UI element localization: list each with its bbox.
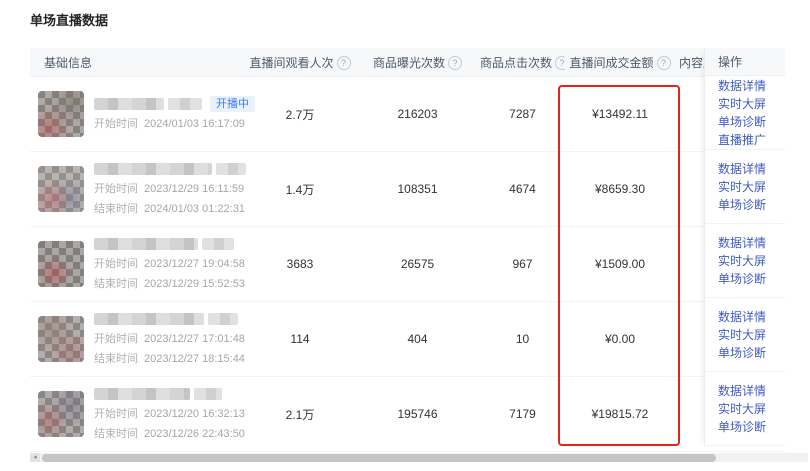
op-link[interactable]: 单场诊断 bbox=[718, 270, 785, 288]
op-link[interactable]: 实时大屏 bbox=[718, 252, 785, 270]
header-clicks: 商品点击次数? bbox=[480, 54, 565, 71]
exposure-cell: 404 bbox=[355, 332, 480, 346]
start-time: 开始时间2023/12/27 17:01:48 bbox=[94, 330, 245, 346]
exposure-cell: 216203 bbox=[355, 107, 480, 121]
header-gmv: 直播间成交金额? bbox=[565, 54, 675, 71]
info-icon[interactable]: ? bbox=[657, 56, 671, 70]
gmv-cell: ¥0.00 bbox=[565, 332, 675, 346]
op-link[interactable]: 数据详情 bbox=[718, 77, 785, 95]
op-link[interactable]: 数据详情 bbox=[718, 382, 785, 400]
stream-thumbnail bbox=[38, 166, 84, 212]
op-body: 数据详情实时大屏单场诊断直播推广数据详情实时大屏单场诊断数据详情实时大屏单场诊断… bbox=[705, 76, 785, 446]
scroll-left-icon[interactable]: ◂ bbox=[30, 453, 40, 462]
start-time: 开始时间2023/12/27 19:04:58 bbox=[94, 255, 245, 271]
table-row: 开始时间2023/12/27 19:04:58 结束时间2023/12/29 15… bbox=[30, 227, 785, 302]
op-link[interactable]: 单场诊断 bbox=[718, 196, 785, 214]
stream-title-blurred bbox=[94, 237, 245, 251]
stream-thumbnail bbox=[38, 91, 84, 137]
actions-cell: 数据详情实时大屏单场诊断 bbox=[705, 372, 785, 446]
gmv-cell: ¥19815.72 bbox=[565, 407, 675, 421]
stream-title-blurred bbox=[94, 312, 245, 326]
table-row: 开始时间2023/12/27 17:01:48 结束时间2023/12/27 18… bbox=[30, 302, 785, 377]
live-sessions-table: 基础信息 直播间观看人次? 商品曝光次数? 商品点击次数? 直播间成交金额? 内… bbox=[30, 48, 785, 452]
base-info-cell: 开始时间2023/12/27 17:01:48 结束时间2023/12/27 18… bbox=[30, 312, 245, 366]
actions-cell: 数据详情实时大屏单场诊断 bbox=[705, 298, 785, 372]
actions-cell: 数据详情实时大屏单场诊断 bbox=[705, 150, 785, 224]
table-row: 开播中开始时间2024/01/03 16:17:092.7万2162037287… bbox=[30, 77, 785, 152]
stream-thumbnail bbox=[38, 391, 84, 437]
stream-title-blurred bbox=[94, 162, 246, 176]
clicks-cell: 4674 bbox=[480, 182, 565, 196]
end-time: 结束时间2023/12/29 15:52:53 bbox=[94, 275, 245, 291]
clicks-cell: 967 bbox=[480, 257, 565, 271]
views-cell: 2.7万 bbox=[245, 106, 355, 123]
op-link[interactable]: 单场诊断 bbox=[718, 418, 785, 436]
table-row: 开始时间2023/12/20 16:32:13 结束时间2023/12/26 22… bbox=[30, 377, 785, 452]
end-time: 结束时间2023/12/27 18:15:44 bbox=[94, 350, 245, 366]
op-link[interactable]: 实时大屏 bbox=[718, 400, 785, 418]
op-link[interactable]: 直播推广 bbox=[718, 131, 785, 149]
stream-title-blurred: 开播中 bbox=[94, 97, 255, 111]
page-title: 单场直播数据 bbox=[30, 10, 108, 29]
header-actions: 操作 bbox=[705, 48, 785, 76]
header-exposure: 商品曝光次数? bbox=[355, 54, 480, 71]
base-info-cell: 开始时间2023/12/27 19:04:58 结束时间2023/12/29 15… bbox=[30, 237, 245, 291]
info-icon[interactable]: ? bbox=[555, 56, 565, 70]
actions-cell: 数据详情实时大屏单场诊断 bbox=[705, 224, 785, 298]
header-views: 直播间观看人次? bbox=[245, 54, 355, 71]
op-link[interactable]: 数据详情 bbox=[718, 160, 785, 178]
base-info-cell: 开播中开始时间2024/01/03 16:17:09 bbox=[30, 91, 245, 137]
start-time: 开始时间2023/12/29 16:11:59 bbox=[94, 180, 246, 196]
op-link[interactable]: 数据详情 bbox=[718, 308, 785, 326]
gmv-cell: ¥8659.30 bbox=[565, 182, 675, 196]
base-info-cell: 开始时间2023/12/20 16:32:13 结束时间2023/12/26 22… bbox=[30, 387, 245, 441]
stream-title-blurred bbox=[94, 387, 245, 401]
op-link[interactable]: 数据详情 bbox=[718, 234, 785, 252]
exposure-cell: 26575 bbox=[355, 257, 480, 271]
table-header-row: 基础信息 直播间观看人次? 商品曝光次数? 商品点击次数? 直播间成交金额? 内… bbox=[30, 48, 785, 77]
start-time: 开始时间2024/01/03 16:17:09 bbox=[94, 115, 255, 131]
clicks-cell: 7179 bbox=[480, 407, 565, 421]
table-row: 开始时间2023/12/29 16:11:59 结束时间2024/01/03 01… bbox=[30, 152, 785, 227]
views-cell: 3683 bbox=[245, 257, 355, 271]
exposure-cell: 195746 bbox=[355, 407, 480, 421]
op-link[interactable]: 实时大屏 bbox=[718, 326, 785, 344]
page: 单场直播数据 基础信息 直播间观看人次? 商品曝光次数? 商品点击次数? 直播间… bbox=[0, 0, 810, 471]
clicks-cell: 7287 bbox=[480, 107, 565, 121]
end-time: 结束时间2024/01/03 01:22:31 bbox=[94, 200, 246, 216]
info-icon[interactable]: ? bbox=[448, 56, 462, 70]
op-link[interactable]: 实时大屏 bbox=[718, 95, 785, 113]
gmv-cell: ¥13492.11 bbox=[565, 107, 675, 121]
views-cell: 2.1万 bbox=[245, 406, 355, 423]
views-cell: 114 bbox=[245, 332, 355, 346]
exposure-cell: 108351 bbox=[355, 182, 480, 196]
info-icon[interactable]: ? bbox=[337, 56, 351, 70]
actions-column: 操作 数据详情实时大屏单场诊断直播推广数据详情实时大屏单场诊断数据详情实时大屏单… bbox=[704, 48, 785, 446]
clicks-cell: 10 bbox=[480, 332, 565, 346]
stream-thumbnail bbox=[38, 241, 84, 287]
stream-thumbnail bbox=[38, 316, 84, 362]
op-link[interactable]: 实时大屏 bbox=[718, 178, 785, 196]
views-cell: 1.4万 bbox=[245, 181, 355, 198]
actions-cell: 数据详情实时大屏单场诊断直播推广 bbox=[705, 76, 785, 150]
scrollbar-thumb[interactable] bbox=[42, 454, 716, 462]
gmv-cell: ¥1509.00 bbox=[565, 257, 675, 271]
base-info-cell: 开始时间2023/12/29 16:11:59 结束时间2024/01/03 01… bbox=[30, 162, 245, 216]
header-base-info: 基础信息 bbox=[30, 54, 245, 71]
end-time: 结束时间2023/12/26 22:43:50 bbox=[94, 425, 245, 441]
start-time: 开始时间2023/12/20 16:32:13 bbox=[94, 405, 245, 421]
horizontal-scrollbar[interactable]: ◂ bbox=[30, 453, 808, 462]
op-link[interactable]: 单场诊断 bbox=[718, 113, 785, 131]
op-link[interactable]: 单场诊断 bbox=[718, 344, 785, 362]
table-body: 开播中开始时间2024/01/03 16:17:092.7万2162037287… bbox=[30, 77, 785, 452]
